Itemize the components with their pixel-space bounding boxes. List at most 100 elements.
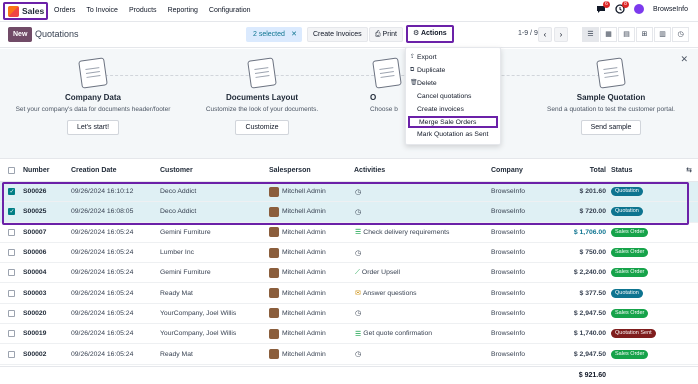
cell-creation-date: 09/26/2024 16:05:24 — [71, 289, 134, 297]
activities-icon[interactable]: 8 — [615, 1, 629, 14]
cell-total: $ 2,947.50 — [573, 350, 606, 358]
header-salesperson[interactable]: Salesperson — [269, 159, 311, 181]
menu-products[interactable]: Products — [129, 7, 157, 14]
avatar[interactable] — [269, 328, 279, 339]
cell-activity: Answer questions — [362, 289, 417, 297]
cell-total: $ 750.00 — [579, 249, 606, 257]
table-row[interactable]: S00026 09/26/2024 16:10:12 Deco Addict Mitc… — [0, 182, 698, 203]
menu-reporting[interactable]: Reporting — [168, 7, 198, 14]
menu-item-label: Duplicate — [417, 67, 446, 74]
company-avatar[interactable] — [633, 4, 644, 14]
chart-icon[interactable]: ⟋ — [355, 269, 360, 277]
row-checkbox[interactable] — [8, 330, 15, 338]
step-documents-layout: Documents Layout Customize the look of y… — [182, 57, 342, 135]
menu-item-create-invoices[interactable]: Create invoices — [406, 103, 500, 116]
table-row[interactable]: S00004 09/26/2024 16:05:24 Gemini Furnitur… — [0, 263, 698, 284]
actions-button[interactable]: ⚙ Actions — [406, 25, 454, 43]
tasks-icon[interactable]: ☰ — [355, 330, 361, 338]
activity-view-icon[interactable]: ◷ — [672, 27, 689, 42]
header-company[interactable]: Company — [491, 159, 523, 181]
menu-item-delete[interactable]: 🗑 Delete — [406, 77, 500, 90]
gear-icon: ⚙ — [413, 30, 421, 37]
customize-button[interactable]: Customize — [235, 120, 289, 135]
list-view-icon[interactable]: ☰ — [582, 27, 599, 42]
view-switcher: ☰ ▦ ▤ ⊞ ▥ ◷ — [582, 27, 689, 42]
avatar[interactable] — [269, 186, 279, 197]
app-brand[interactable]: Sales — [3, 2, 48, 20]
messages-icon[interactable]: 6 — [596, 1, 610, 14]
cell-creation-date: 09/26/2024 16:05:24 — [71, 249, 134, 257]
menu-item-duplicate[interactable]: ⧉ Duplicate — [406, 64, 500, 77]
avatar[interactable] — [269, 227, 279, 238]
clear-selection-icon[interactable]: ✕ — [291, 27, 297, 42]
menu-item-mark-quotation-sent[interactable]: Mark Quotation as Sent — [406, 128, 500, 141]
pivot-view-icon[interactable]: ⊞ — [636, 27, 653, 42]
header-status[interactable]: Status — [611, 159, 632, 181]
header-activities[interactable]: Activities — [354, 159, 385, 181]
chevron-right-icon[interactable]: › — [554, 27, 568, 42]
document-icon — [372, 57, 402, 89]
clock-icon[interactable]: ◷ — [355, 350, 361, 358]
document-icon — [247, 57, 277, 89]
graph-view-icon[interactable]: ▥ — [654, 27, 671, 42]
menu-item-label: Cancel quotations — [417, 93, 472, 100]
avatar[interactable] — [269, 267, 279, 278]
row-checkbox[interactable] — [8, 309, 15, 317]
clock-icon[interactable]: ◷ — [355, 188, 361, 196]
lets-start-button[interactable]: Let's start! — [66, 120, 120, 135]
avatar[interactable] — [269, 288, 279, 299]
table-row[interactable]: S00025 09/26/2024 16:08:05 Deco Addict Mitc… — [0, 202, 698, 223]
menu-item-export[interactable]: ⇪ Export — [406, 51, 500, 64]
header-customer[interactable]: Customer — [160, 159, 193, 181]
row-checkbox[interactable] — [8, 228, 15, 236]
avatar[interactable] — [269, 308, 279, 319]
header-number[interactable]: Number — [23, 159, 49, 181]
column-settings-icon[interactable]: ⇆ — [686, 166, 692, 174]
company-switcher[interactable]: BrowseInfo — [653, 6, 688, 13]
upload-icon: ⇪ — [410, 54, 416, 60]
row-checkbox[interactable] — [8, 249, 15, 257]
kanban-view-icon[interactable]: ▦ — [600, 27, 617, 42]
step-description: Set your company's data for documents he… — [15, 106, 171, 113]
package-icon — [596, 57, 626, 89]
header-total[interactable]: Total — [560, 159, 606, 181]
table-row[interactable]: S00020 09/26/2024 16:05:24 YourCompany, Jo… — [0, 304, 698, 325]
create-invoices-button[interactable]: Create Invoices — [307, 27, 368, 42]
table-row[interactable]: S00002 09/26/2024 16:05:24 Ready Mat Mitche… — [0, 344, 698, 365]
table-row[interactable]: S00003 09/26/2024 16:05:24 Ready Mat Mitche… — [0, 283, 698, 304]
clock-icon[interactable]: ◷ — [355, 208, 361, 216]
new-button[interactable]: New — [8, 27, 33, 42]
chevron-left-icon[interactable]: ‹ — [538, 27, 552, 42]
menu-configuration[interactable]: Configuration — [209, 7, 251, 14]
row-checkbox[interactable] — [8, 269, 15, 277]
row-checkbox[interactable] — [8, 350, 15, 358]
step-title: Sample Quotation — [576, 93, 646, 102]
menu-orders[interactable]: Orders — [54, 7, 75, 14]
clock-icon[interactable]: ◷ — [355, 309, 361, 317]
mail-icon[interactable]: ✉ — [355, 289, 361, 297]
table-row[interactable]: S00007 09/26/2024 16:05:24 Gemini Furnitur… — [0, 223, 698, 243]
table-row[interactable]: S00006 09/26/2024 16:05:24 Lumber Inc Mitch… — [0, 243, 698, 264]
menu-to-invoice[interactable]: To Invoice — [86, 7, 118, 14]
tasks-icon[interactable]: ☰ — [355, 228, 361, 236]
sales-app-icon — [8, 5, 19, 17]
clock-icon[interactable]: ◷ — [355, 249, 361, 257]
pager-value[interactable]: 1-9 / 9 — [518, 30, 538, 37]
row-checkbox[interactable] — [8, 289, 15, 297]
menu-item-merge-sale-orders[interactable]: Merge Sale Orders — [408, 116, 498, 128]
avatar[interactable] — [269, 349, 279, 360]
cell-salesperson: Mitchell Admin — [282, 269, 326, 277]
copy-icon: ⧉ — [410, 67, 415, 73]
menu-item-cancel-quotations[interactable]: Cancel quotations — [406, 90, 500, 103]
print-button[interactable]: ⎙ Print — [369, 27, 403, 42]
row-checkbox[interactable] — [8, 208, 15, 216]
avatar[interactable] — [269, 247, 279, 258]
table-row[interactable]: S00019 09/26/2024 16:05:24 YourCompany, Jo… — [0, 324, 698, 345]
avatar[interactable] — [269, 206, 279, 217]
row-checkbox[interactable] — [8, 188, 15, 196]
calendar-view-icon[interactable]: ▤ — [618, 27, 635, 42]
header-creation-date[interactable]: Creation Date — [71, 159, 117, 181]
select-all-checkbox[interactable] — [8, 166, 15, 174]
print-label: Print — [382, 31, 397, 38]
send-sample-button[interactable]: Send sample — [580, 120, 642, 135]
